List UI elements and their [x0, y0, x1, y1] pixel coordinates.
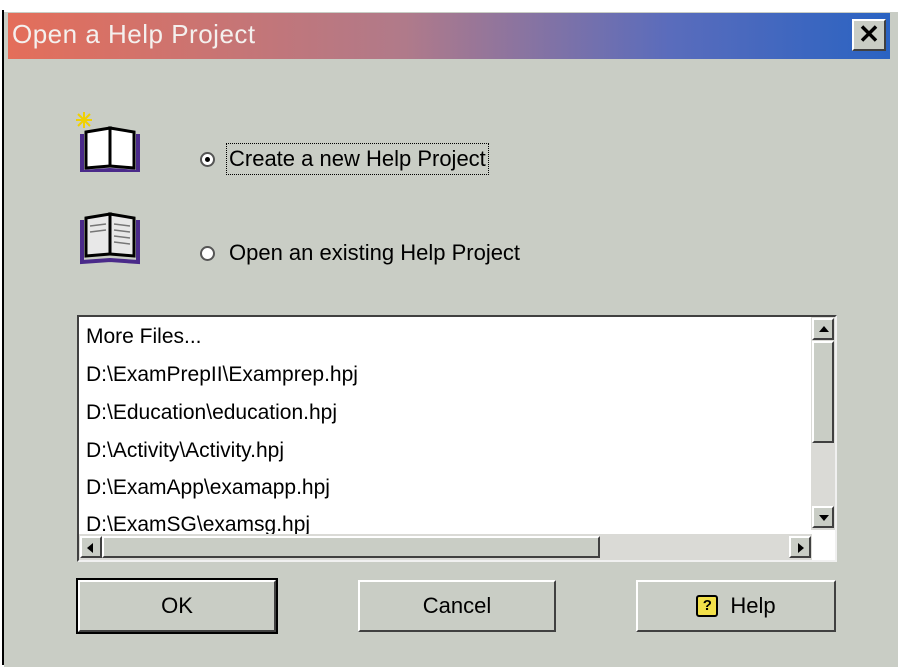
- close-button[interactable]: ✕: [852, 19, 886, 51]
- recent-files-list[interactable]: More Files... D:\ExamPrepII\Examprep.hpj…: [77, 315, 837, 562]
- new-book-icon: [76, 112, 140, 172]
- open-book-icon: [80, 212, 140, 265]
- list-item[interactable]: D:\ExamApp\examapp.hpj: [86, 475, 330, 501]
- open-existing-radio[interactable]: [200, 245, 215, 261]
- horizontal-scroll-thumb[interactable]: [102, 536, 600, 558]
- vertical-scrollbar[interactable]: [811, 317, 835, 530]
- arrow-down-icon: [819, 515, 829, 521]
- list-item[interactable]: D:\Education\education.hpj: [86, 400, 337, 426]
- title-bar[interactable]: Open a Help Project ✕: [8, 13, 890, 59]
- window-title: Open a Help Project: [12, 19, 256, 49]
- list-item[interactable]: D:\ExamPrepII\Examprep.hpj: [86, 362, 358, 388]
- list-item[interactable]: D:\Activity\Activity.hpj: [86, 438, 284, 464]
- vertical-scroll-thumb[interactable]: [812, 341, 834, 443]
- help-icon: ?: [696, 595, 719, 617]
- arrow-right-icon: [798, 543, 804, 553]
- help-button[interactable]: ? Help: [636, 580, 836, 632]
- horizontal-scrollbar[interactable]: [79, 534, 812, 560]
- open-existing-option[interactable]: Open an existing Help Project: [200, 240, 520, 266]
- cancel-button[interactable]: Cancel: [358, 580, 556, 632]
- list-item[interactable]: More Files...: [86, 324, 202, 350]
- scroll-right-button[interactable]: [789, 536, 811, 558]
- create-new-option[interactable]: Create a new Help Project: [200, 143, 489, 175]
- cancel-label: Cancel: [422, 593, 492, 618]
- scroll-down-button[interactable]: [812, 506, 834, 528]
- create-new-radio[interactable]: [200, 151, 215, 167]
- arrow-up-icon: [819, 326, 829, 332]
- ok-label: OK: [161, 593, 193, 618]
- ok-button[interactable]: OK: [76, 578, 278, 634]
- scroll-up-button[interactable]: [812, 318, 834, 340]
- close-icon: ✕: [858, 19, 880, 49]
- create-new-label[interactable]: Create a new Help Project: [226, 143, 489, 175]
- scroll-left-button[interactable]: [80, 536, 102, 558]
- arrow-left-icon: [87, 543, 93, 553]
- open-existing-label[interactable]: Open an existing Help Project: [229, 240, 520, 266]
- help-label: Help: [730, 593, 776, 618]
